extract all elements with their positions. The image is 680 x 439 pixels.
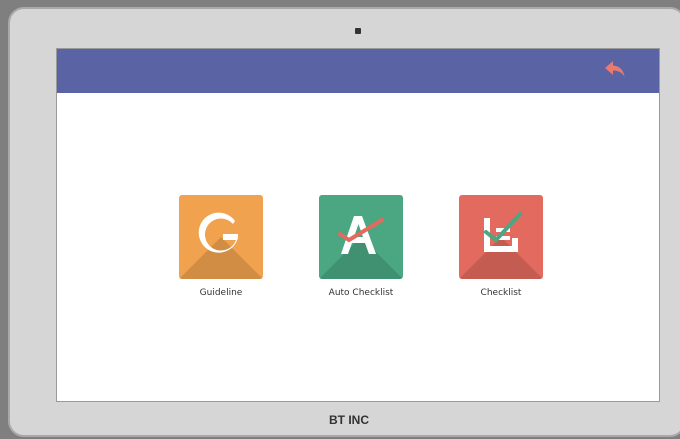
app-checklist[interactable]: Checklist [441,195,561,298]
back-button[interactable] [603,60,627,82]
brand-label: BT INC [329,413,369,427]
app-auto-checklist[interactable]: Auto Checklist [301,195,421,298]
checklist-tile [459,195,543,279]
a-check-icon [334,210,388,265]
app-label: Auto Checklist [328,288,394,298]
app-guideline[interactable]: Guideline [161,195,281,298]
auto-checklist-tile [319,195,403,279]
checklist-box-icon [476,210,526,265]
app-label: Checklist [480,288,522,298]
g-letter-icon [196,210,246,265]
camera [355,28,361,34]
screen: Guideline Auto Checklist Checklist [56,48,660,402]
guideline-tile [179,195,263,279]
tablet-frame: Guideline Auto Checklist Checklist BT IN… [8,7,680,437]
app-label: Guideline [199,288,243,298]
app-bar [57,49,659,93]
reply-icon [604,60,626,83]
